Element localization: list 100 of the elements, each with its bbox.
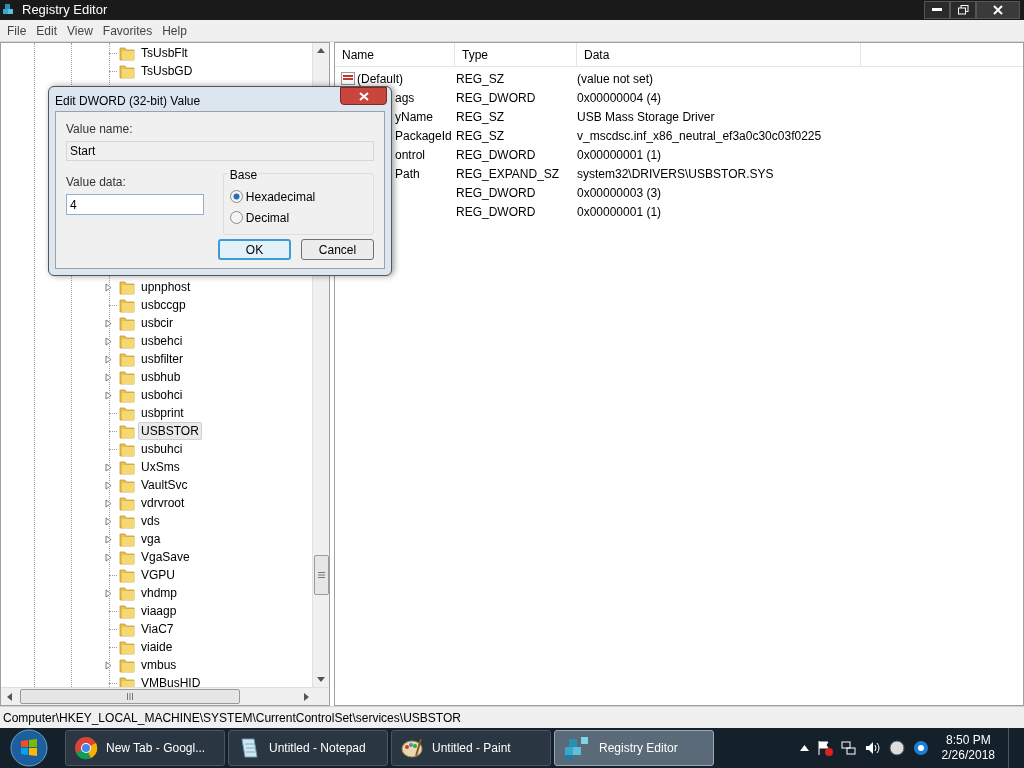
expand-arrow-icon[interactable] [105,372,112,382]
tree-item[interactable]: TsUsbGD [138,62,196,80]
minimize-icon [932,8,942,12]
tree-item[interactable]: VMBusHID [138,674,204,687]
scroll-left-icon[interactable] [7,692,12,701]
expand-arrow-icon[interactable] [105,390,112,400]
tree-item[interactable]: usbohci [138,386,186,404]
restore-button[interactable] [950,1,976,19]
tree-item[interactable]: viaagp [138,602,180,620]
value-name[interactable]: ontrol [395,145,426,164]
folder-icon [119,531,135,547]
value-name[interactable]: Path [395,164,420,183]
radio-label[interactable]: Decimal [245,208,290,227]
tree-item[interactable]: viaide [138,638,176,656]
taskbar-button[interactable]: Untitled - Notepad [228,730,388,766]
value-name[interactable]: (Default) [357,69,403,88]
expand-arrow-icon[interactable] [105,660,112,670]
expand-arrow-icon[interactable] [105,516,112,526]
expand-arrow-icon[interactable] [105,282,112,292]
radio-label[interactable]: Hexadecimal [245,187,316,206]
scroll-up-icon[interactable] [317,48,325,53]
tree-item[interactable]: VaultSvc [138,476,191,494]
column-header[interactable]: Name [335,43,455,66]
value-name[interactable]: ags [395,88,415,107]
tree-item[interactable]: ViaC7 [138,620,177,638]
scroll-down-icon[interactable] [317,677,325,682]
tree-item[interactable]: TsUsbFlt [138,44,191,62]
network-icon[interactable] [840,740,857,756]
value-type: REG_DWORD [456,147,536,162]
tree-item[interactable]: UxSms [138,458,183,476]
expand-arrow-icon[interactable] [105,462,112,472]
dialog-button[interactable]: OK [218,239,291,260]
scroll-right-icon[interactable] [304,692,309,701]
volume-icon[interactable] [864,740,881,756]
value-type: REG_SZ [456,109,504,124]
expand-arrow-icon[interactable] [105,534,112,544]
folder-icon [119,405,135,421]
tree-item[interactable]: usbccgp [138,296,189,314]
menu-item[interactable]: View [62,21,98,40]
value-name[interactable]: PackageId [395,126,452,145]
folder-icon [119,585,135,601]
tree-item[interactable]: USBSTOR [138,422,202,440]
tree-item[interactable]: vdrvroot [138,494,188,512]
taskbar-button[interactable]: Registry Editor [554,730,714,766]
start-orb-icon[interactable] [10,729,48,767]
dialog-title: Edit DWORD (32-bit) Value [55,93,201,110]
folder-icon [119,621,135,637]
dialog-button[interactable]: Cancel [301,239,374,260]
tree-item[interactable]: VGPU [138,566,178,584]
clock-date[interactable]: 2/26/2018 [941,748,995,763]
taskbar-button[interactable]: Untitled - Paint [391,730,551,766]
folder-icon [119,279,135,295]
expand-arrow-icon[interactable] [105,498,112,508]
expand-arrow-icon[interactable] [105,354,112,364]
folder-icon [119,423,135,439]
minimize-button[interactable] [924,1,950,19]
menu-item[interactable]: Favorites [97,21,158,40]
menu-item[interactable]: File [2,21,32,40]
column-header[interactable]: Type [455,43,577,66]
value-data-field[interactable]: 4 [66,194,204,215]
radio-button[interactable] [229,190,243,203]
value-name[interactable]: yName [395,107,433,126]
scrollbar-thumb[interactable] [313,555,329,595]
close-button[interactable] [976,1,1020,19]
tree-item[interactable]: usbcir [138,314,176,332]
folder-icon [119,315,135,331]
flag-icon[interactable] [816,740,833,756]
show-hidden-icons-icon[interactable] [799,745,809,751]
radio-button[interactable] [229,211,243,224]
tree-item[interactable]: vmbus [138,656,180,674]
tree-item[interactable]: usbprint [138,404,187,422]
tree-item[interactable]: usbehci [138,332,186,350]
tree-item[interactable]: usbuhci [138,440,186,458]
tree-item[interactable]: vga [138,530,164,548]
expand-arrow-icon[interactable] [105,480,112,490]
tree-item[interactable]: usbhub [138,368,184,386]
horizontal-scrollbar[interactable] [1,687,329,705]
tree-item[interactable]: usbfilter [138,350,187,368]
menu-item[interactable]: Help [157,21,192,40]
expand-arrow-icon[interactable] [105,318,112,328]
cubes-icon [2,3,16,17]
taskbar-button[interactable]: New Tab - Googl... [65,730,225,766]
tree-item[interactable]: upnphost [138,278,194,296]
close-button[interactable] [340,87,387,105]
folder-icon [119,459,135,475]
value-name-field: Start [66,141,374,161]
tree-item[interactable]: vds [138,512,163,530]
folder-icon [119,369,135,385]
tree-item[interactable]: VgaSave [138,548,193,566]
menu-item[interactable]: Edit [31,21,63,40]
browser-icon [74,736,98,760]
clock-time[interactable]: 8:50 PM [945,733,991,748]
column-header[interactable]: Data [577,43,861,66]
expand-arrow-icon[interactable] [105,552,112,562]
folder-icon [119,657,135,673]
expand-arrow-icon[interactable] [105,588,112,598]
tree-item[interactable]: vhdmp [138,584,181,602]
value-data: USB Mass Storage Driver [577,109,715,124]
scrollbar-thumb[interactable] [20,689,240,704]
expand-arrow-icon[interactable] [105,336,112,346]
